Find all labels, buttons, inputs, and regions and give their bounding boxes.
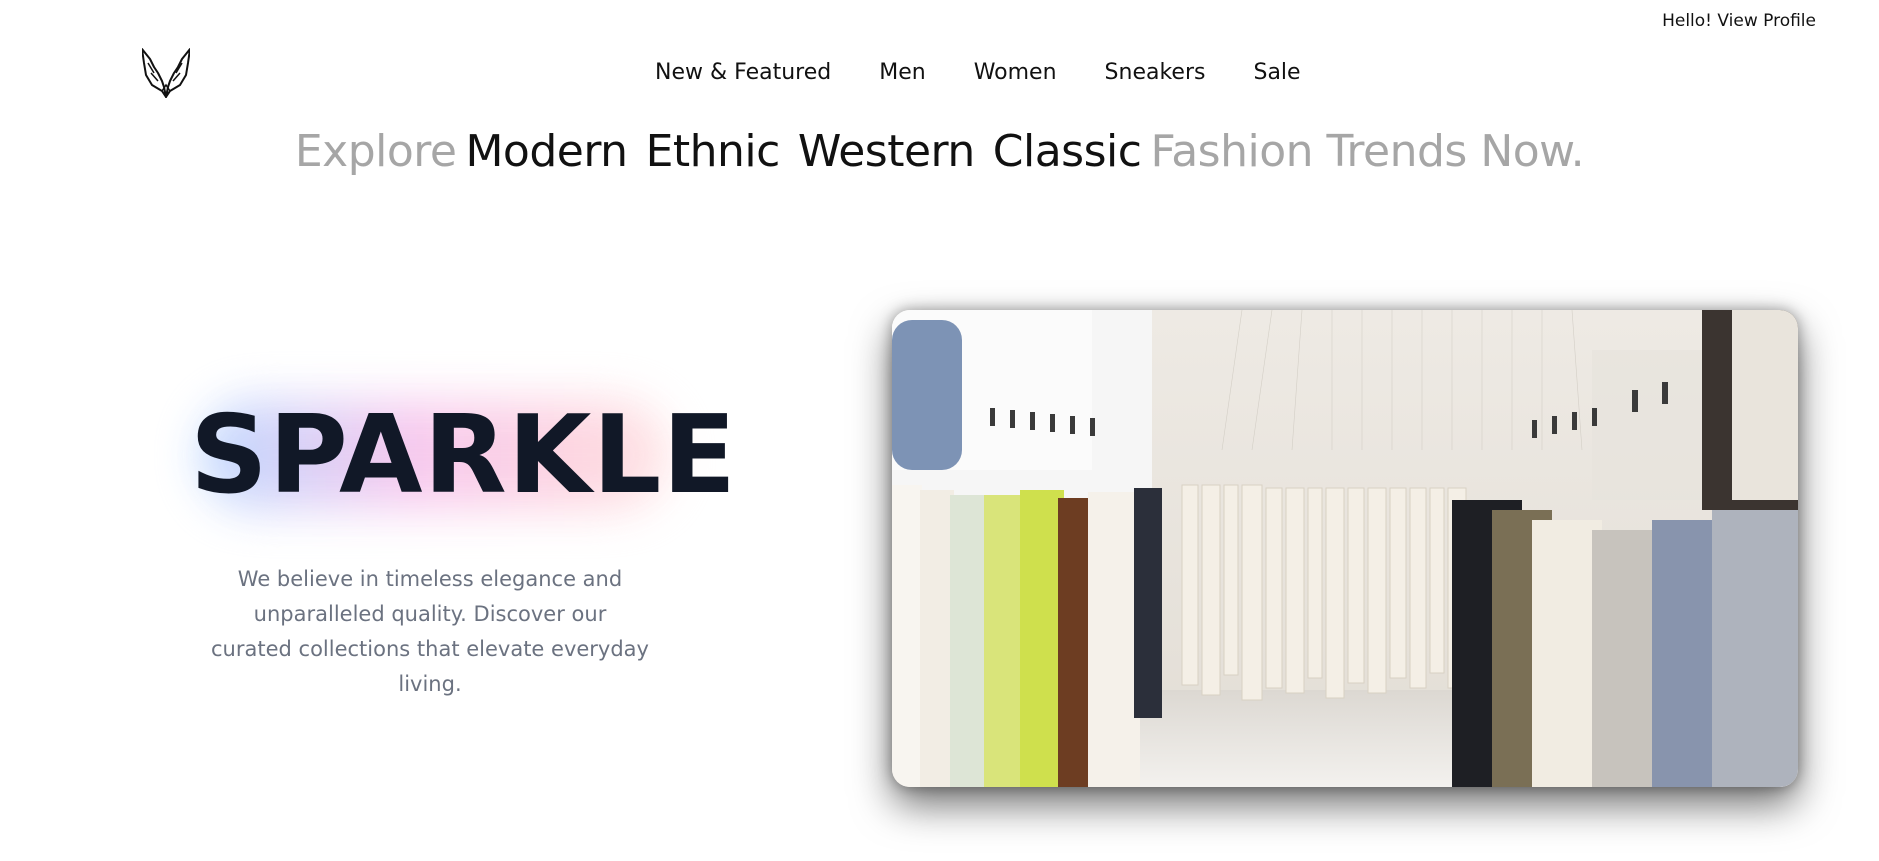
headline: Explore Modern Ethnic Western Classic Fashion… xyxy=(0,126,1879,177)
hero-text-block: SPARKLE We believe in timeless elegance … xyxy=(160,380,736,696)
hero-tagline: We believe in timeless elegance and unpa… xyxy=(211,567,649,696)
headline-prefix: Explore xyxy=(294,126,457,177)
headline-style-classic: Classic xyxy=(992,126,1142,177)
headline-style-western: Western xyxy=(797,126,975,177)
headline-style-ethnic: Ethnic xyxy=(645,126,781,177)
page: Hello! View Profile New & Featured Men W… xyxy=(0,0,1879,861)
view-profile-link[interactable]: Hello! View Profile xyxy=(1662,11,1816,31)
nav-item-men[interactable]: Men xyxy=(879,60,925,85)
nav-item-sneakers[interactable]: Sneakers xyxy=(1105,60,1206,85)
hero-title-wrap: SPARKLE xyxy=(160,380,736,530)
nav-item-women[interactable]: Women xyxy=(974,60,1057,85)
headline-suffix: Fashion Trends Now. xyxy=(1150,126,1585,177)
headline-style-modern: Modern xyxy=(465,126,628,177)
hero-title: SPARKLE xyxy=(190,393,738,518)
wings-logo-icon[interactable] xyxy=(141,47,191,99)
hero-store-image xyxy=(892,310,1798,787)
nav-item-sale[interactable]: Sale xyxy=(1253,60,1300,85)
nav-item-new-featured[interactable]: New & Featured xyxy=(655,60,831,85)
